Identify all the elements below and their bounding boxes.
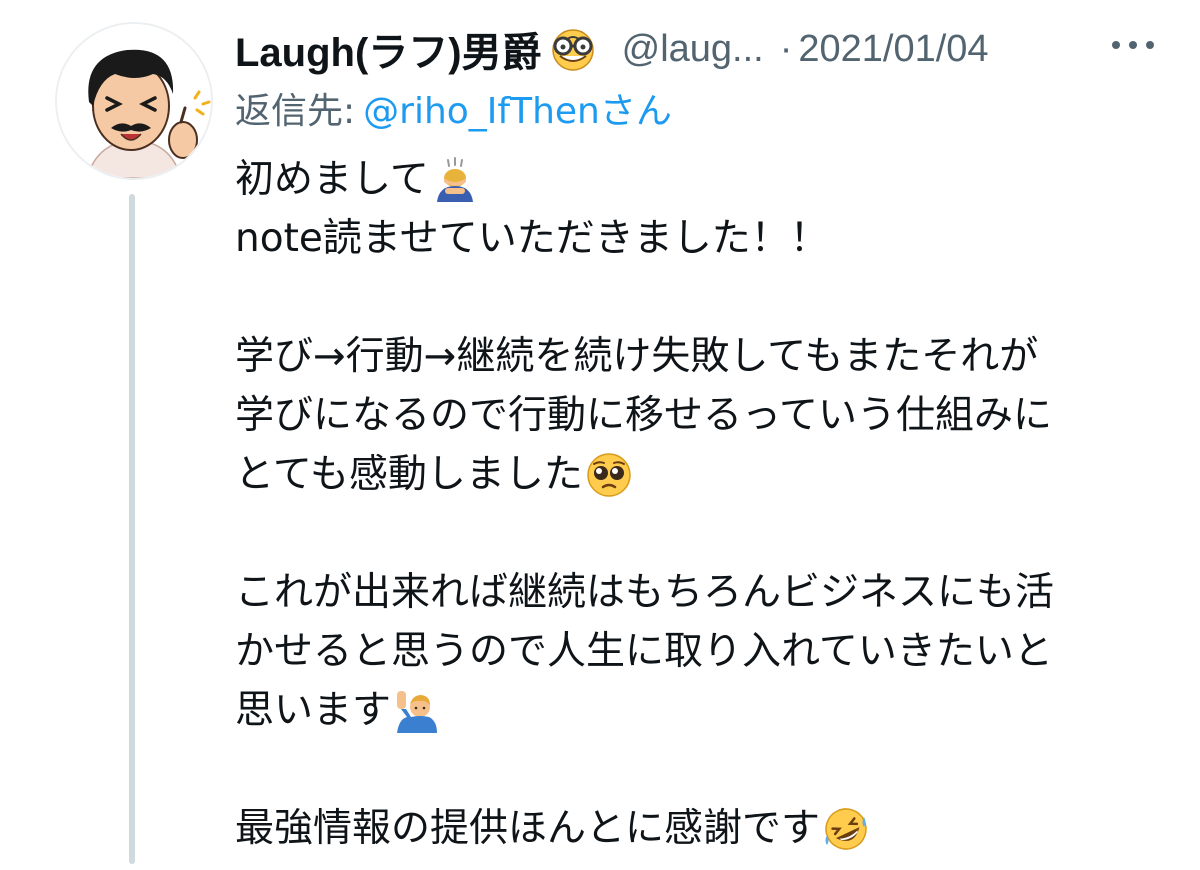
more-options-button[interactable] [1108,30,1158,60]
tweet-header: Laugh(ラフ)男爵 @laug... · 2021/01/04 [235,20,1175,78]
reply-handle-link[interactable]: @riho_IfThenさん [363,82,672,134]
header-separator: · [779,27,793,70]
pleading-face-emoji-icon [585,451,633,499]
tweet-line: 初めまして [235,150,1175,209]
tweet-line-text: 初めまして [235,157,429,202]
tweet-line-text: とても感動しました [235,452,583,497]
user-handle[interactable]: @laug... [622,28,764,71]
tweet-line-text: 学びになるので行動に移せるっていう仕組みに [235,393,1053,438]
tweet-line-text: これが出来れば継続はもちろんビジネスにも活 [235,570,1055,615]
avatar[interactable] [55,22,213,180]
tweet-line: note読ませていただきました！！ [235,209,1175,268]
tweet-line: 最強情報の提供ほんとに感謝です [235,799,1175,858]
tweet-date[interactable]: 2021/01/04 [798,28,988,71]
tweet-line: かせると思うので人生に取り入れていきたいと [235,622,1175,681]
tweet-line: 思います [235,681,1175,740]
display-name[interactable]: Laugh(ラフ)男爵 [235,20,542,78]
tweet-line-text: note読ませていただきました！！ [235,216,829,261]
avatar-cartoon-face-icon [57,24,211,178]
person-raising-hand-emoji-icon [393,687,441,735]
avatar-column [55,22,213,864]
tweet-line: とても感動しました [235,445,1175,504]
tweet-line-text: 思います [235,688,392,733]
tweet-line-text: 学び→行動→継続を続け失敗してもまたそれが [235,334,1039,379]
tweet-line: これが出来れば継続はもちろんビジネスにも活 [235,563,1175,622]
nerd-face-emoji-icon [546,26,600,72]
reply-to-row: 返信先: @riho_IfThenさん [235,82,672,134]
person-bowing-emoji-icon [431,156,479,204]
tweet-line: 学び→行動→継続を続け失敗してもまたそれが [235,327,1175,386]
reply-label: 返信先: [235,91,356,132]
tweet-line-text: 最強情報の提供ほんとに感謝です [235,806,821,851]
rofl-emoji-icon [822,805,870,853]
tweet-body: 初めまして note読ませていただきました！！ 学び→行動→継続を続け失敗しても… [235,150,1175,858]
tweet-line-text: かせると思うので人生に取り入れていきたいと [235,629,1053,674]
more-horizontal-icon [1112,41,1154,49]
tweet-line: 学びになるので行動に移せるっていう仕組みに [235,386,1175,445]
thread-line [129,194,135,864]
